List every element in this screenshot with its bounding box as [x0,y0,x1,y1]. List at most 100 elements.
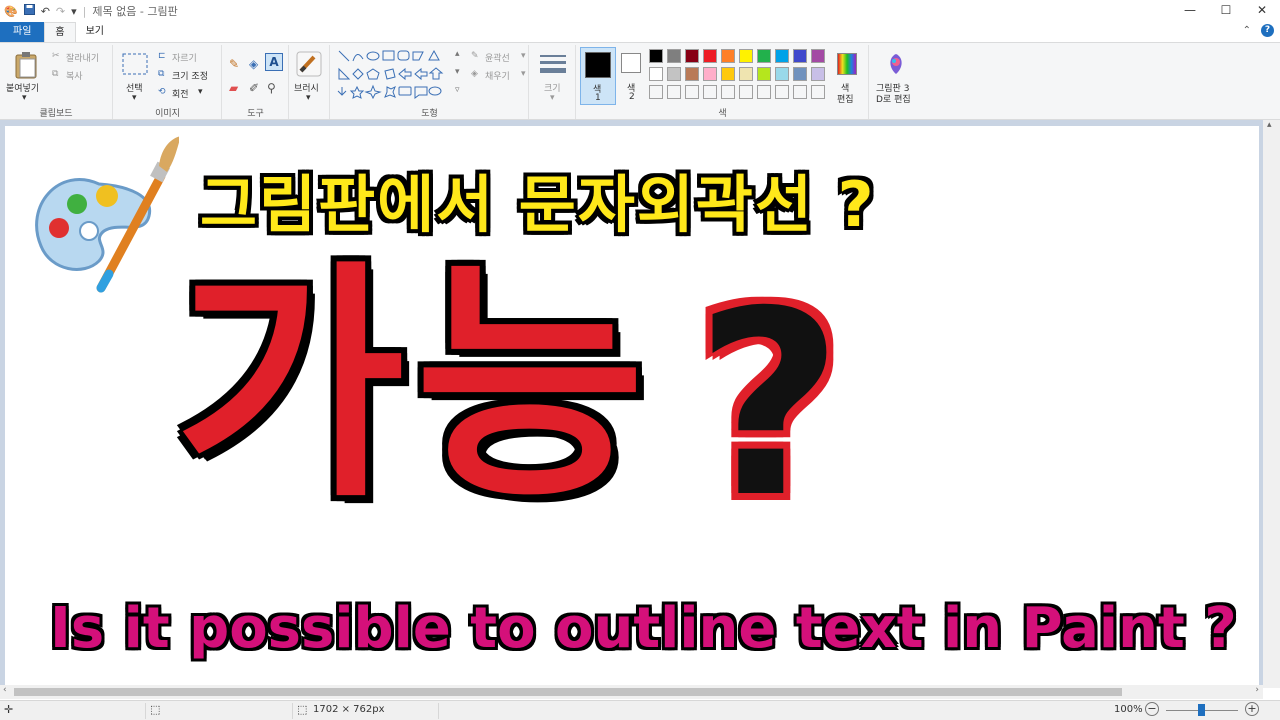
palette-swatch[interactable] [703,49,717,63]
paint3d-icon[interactable] [886,53,906,79]
palette-swatch-empty[interactable] [775,85,789,99]
palette-swatch[interactable] [649,49,663,63]
brushes-dropdown-icon[interactable]: ▾ [306,93,311,103]
color1-button[interactable]: 색 1 [580,47,616,105]
paint-app-icon[interactable]: 🎨 [4,5,18,18]
color2-swatch[interactable] [621,53,641,73]
palette-swatch[interactable] [667,67,681,81]
eraser-icon[interactable]: ▰ [229,81,238,95]
tab-home[interactable]: 홈 [44,22,76,42]
scroll-up-arrow-icon[interactable]: ▴ [1267,120,1272,130]
palette-swatch[interactable] [721,49,735,63]
palette-swatch[interactable] [649,67,663,81]
maximize-button[interactable]: ☐ [1208,0,1244,22]
palette-swatch-empty[interactable] [649,85,663,99]
paste-dropdown-icon[interactable]: ▾ [22,93,27,103]
outline-dropdown-icon[interactable]: ▾ [521,51,526,61]
palette-swatch[interactable] [703,67,717,81]
pencil-icon[interactable]: ✎ [229,57,239,71]
palette-swatch[interactable] [793,49,807,63]
paste-icon[interactable] [14,51,38,83]
collapse-ribbon-icon[interactable]: ⌃ [1243,25,1251,36]
close-button[interactable]: ✕ [1244,0,1280,22]
image-size-icon: ⬚ [297,703,308,716]
cut-label[interactable]: 잘라내기 [66,51,99,64]
zoom-out-button[interactable]: − [1145,702,1159,716]
palette-swatch-empty[interactable] [739,85,753,99]
fill-shape-label[interactable]: 채우기 [485,69,510,82]
redo-icon[interactable]: ↷ [56,5,65,18]
palette-swatch[interactable] [721,67,735,81]
zoom-slider-thumb[interactable] [1198,704,1205,716]
palette-swatch-empty[interactable] [703,85,717,99]
palette-swatch[interactable] [811,67,825,81]
scroll-left-arrow-icon[interactable]: ‹ [3,685,7,695]
crop-label[interactable]: 자르기 [172,51,197,64]
cut-icon[interactable]: ✂ [52,51,60,61]
palette-swatch-empty[interactable] [667,85,681,99]
paint3d-label-b[interactable]: D로 편집 [876,92,911,105]
palette-swatch[interactable] [739,49,753,63]
palette-swatch-empty[interactable] [757,85,771,99]
palette-swatch-empty[interactable] [811,85,825,99]
rotate-icon[interactable]: ⟲ [158,87,166,97]
resize-icon[interactable]: ⧉ [158,69,164,79]
customize-quick-access-icon[interactable]: ▾ [71,5,77,18]
help-icon[interactable]: ? [1261,24,1274,37]
brushes-group[interactable]: 브러시 ▾ [290,45,330,119]
shapes-scroll-up-icon[interactable]: ▴ [455,49,460,59]
paint3d-group[interactable]: 그림판 3 D로 편집 [870,45,922,119]
tab-file[interactable]: 파일 [0,22,45,42]
text-tool-icon[interactable]: A [265,53,283,71]
drawing-canvas[interactable]: 그림판에서 문자외곽선 ? 가능 ? Is it possible to out… [5,126,1259,685]
shapes-more-icon[interactable]: ▿ [455,85,460,95]
palette-swatch[interactable] [793,67,807,81]
vertical-scrollbar[interactable]: ▴ [1263,120,1280,688]
horizontal-scrollbar[interactable]: ‹ › [0,685,1263,699]
brush-icon[interactable] [296,51,322,81]
palette-swatch-empty[interactable] [721,85,735,99]
crop-icon[interactable]: ⊏ [158,51,166,61]
shapes-scroll-down-icon[interactable]: ▾ [455,67,460,77]
color-picker-icon[interactable]: ✐ [249,81,259,95]
save-icon[interactable] [23,4,35,18]
copy-icon[interactable]: ⧉ [52,69,58,79]
tab-view[interactable]: 보기 [76,22,114,42]
palette-swatch[interactable] [667,49,681,63]
palette-swatch[interactable] [685,49,699,63]
zoom-in-button[interactable]: + [1245,702,1259,716]
fill-shape-dropdown-icon[interactable]: ▾ [521,69,526,79]
horizontal-scroll-thumb[interactable] [14,688,1122,696]
palette-swatch[interactable] [811,49,825,63]
palette-swatch-empty[interactable] [793,85,807,99]
size-group[interactable]: 크기 ▾ [530,45,576,119]
color2-label-b[interactable]: 2 [629,92,635,102]
outline-icon[interactable]: ✎ [471,51,479,61]
scroll-right-arrow-icon[interactable]: › [1255,685,1259,695]
fill-shape-icon[interactable]: ◈ [471,69,478,79]
palette-swatch[interactable] [739,67,753,81]
undo-icon[interactable]: ↶ [41,5,50,18]
size-dropdown-icon[interactable]: ▾ [550,93,555,103]
rotate-dropdown-icon[interactable]: ▾ [198,87,203,97]
edit-colors-label-b[interactable]: 편집 [837,92,854,105]
resize-label[interactable]: 크기 조정 [172,69,208,82]
fill-icon[interactable]: ◈ [249,57,258,71]
rotate-label[interactable]: 회전 [172,87,189,100]
palette-swatch[interactable] [757,49,771,63]
copy-label[interactable]: 복사 [66,69,83,82]
magnifier-icon[interactable]: ⚲ [267,81,276,95]
outline-label[interactable]: 윤곽선 [485,51,510,64]
minimize-button[interactable]: — [1172,0,1208,22]
shapes-gallery[interactable] [337,49,461,103]
size-icon[interactable] [540,53,566,79]
clipboard-group-label: 클립보드 [39,109,73,119]
edit-colors-icon[interactable] [837,53,857,75]
palette-swatch[interactable] [775,67,789,81]
select-icon[interactable] [122,53,148,81]
palette-swatch-empty[interactable] [685,85,699,99]
palette-swatch[interactable] [775,49,789,63]
palette-swatch[interactable] [685,67,699,81]
palette-swatch[interactable] [757,67,771,81]
select-dropdown-icon[interactable]: ▾ [132,93,137,103]
